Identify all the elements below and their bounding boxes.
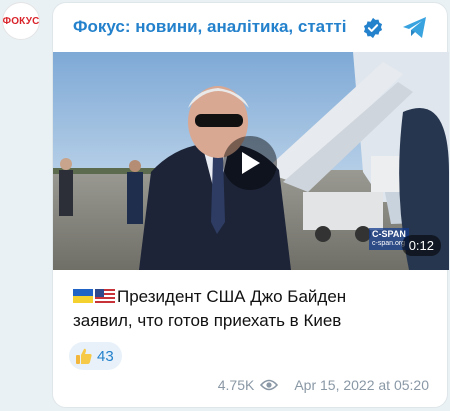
play-icon — [242, 152, 260, 174]
video-duration: 0:12 — [401, 235, 441, 256]
watermark-text: C-SPAN — [372, 229, 406, 239]
watermark-subtext: c-span.org — [372, 240, 406, 247]
post-text-line1: Президент США Джо Байден — [117, 287, 347, 306]
avatar-logo-text: ФОКУС — [2, 15, 40, 27]
post-date[interactable]: Apr 15, 2022 at 05:20 — [294, 377, 429, 393]
verified-badge-icon — [363, 17, 383, 39]
telegram-icon[interactable] — [401, 15, 429, 41]
post-text-line2: заявил, что готов приехать в Киев — [73, 311, 342, 330]
video-player[interactable]: C-SPAN c-span.org 0:12 — [53, 52, 449, 270]
post-text: Президент США Джо Байден заявил, что гот… — [73, 285, 443, 333]
channel-title[interactable]: Фокус: новини, аналітика, статті — [73, 17, 347, 37]
post-card: Фокус: новини, аналітика, статті C-SPAN … — [52, 2, 449, 408]
reaction-count: 43 — [97, 347, 114, 365]
post-header: Фокус: новини, аналітика, статті — [53, 3, 447, 51]
play-button[interactable] — [223, 136, 277, 190]
thumbs-up-icon — [76, 348, 92, 364]
post-footer: 4.75K Apr 15, 2022 at 05:20 — [218, 377, 429, 393]
eye-icon — [260, 379, 279, 391]
usa-flag-icon — [95, 289, 115, 303]
channel-avatar[interactable]: ФОКУС — [2, 2, 40, 40]
reaction-thumbs-up[interactable]: 43 — [69, 342, 122, 370]
ukraine-flag-icon — [73, 289, 93, 303]
view-count: 4.75K — [217, 377, 255, 393]
